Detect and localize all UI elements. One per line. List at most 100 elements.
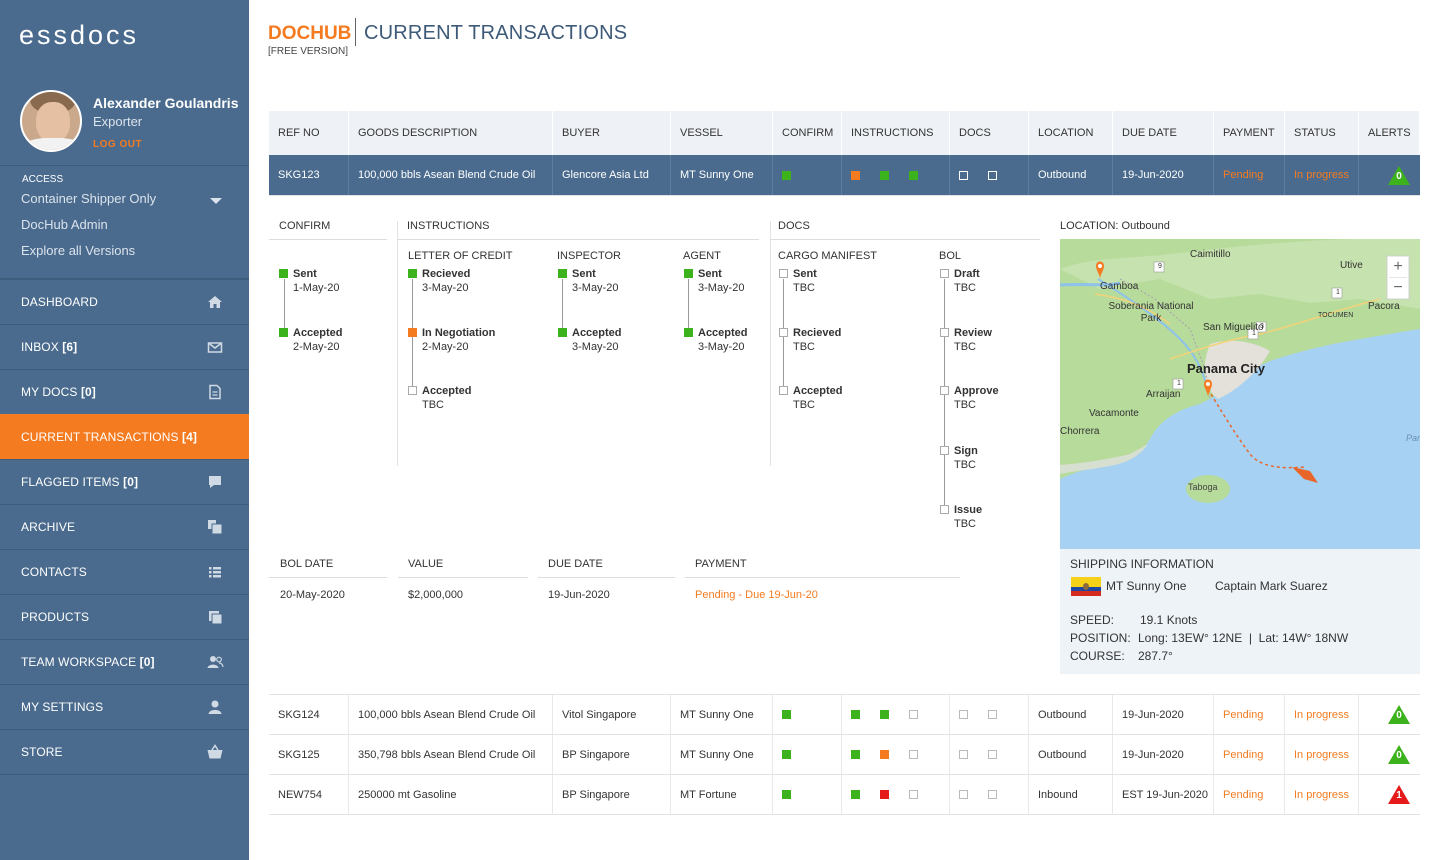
sidebar: essdocs Alexander Goulandris Exporter LO… bbox=[0, 0, 249, 860]
row-goods: 350,798 bbls Asean Blend Crude Oil bbox=[349, 735, 553, 774]
row-ref: SKG125 bbox=[269, 735, 349, 774]
cargo-manifest-heading: CARGO MANIFEST bbox=[778, 250, 878, 262]
detail-docs-heading: DOCS bbox=[778, 220, 810, 232]
access-select[interactable]: Container Shipper Only bbox=[21, 191, 231, 206]
instruction-status-marker bbox=[851, 750, 860, 759]
essdocs-logo[interactable]: essdocs bbox=[19, 20, 139, 51]
row-instructions bbox=[842, 695, 950, 734]
col-goods-description[interactable]: GOODS DESCRIPTION bbox=[349, 111, 553, 155]
doc-status-marker bbox=[988, 170, 997, 180]
table-row-selected[interactable]: SKG123 100,000 bbls Asean Blend Crude Oi… bbox=[269, 155, 1420, 196]
row-status: In progress bbox=[1285, 695, 1359, 734]
row-buyer: BP Singapore bbox=[553, 735, 671, 774]
payment-value: Pending - Due 19-Jun-20 bbox=[695, 589, 818, 601]
map-place-label: Utive bbox=[1340, 260, 1363, 271]
col-confirm[interactable]: CONFIRM bbox=[773, 111, 842, 155]
nav-team-workspace[interactable]: TEAM WORKSPACE [0] bbox=[0, 639, 249, 684]
col-status[interactable]: STATUS bbox=[1285, 111, 1359, 155]
nav-label: TEAM WORKSPACE [0] bbox=[21, 655, 155, 669]
col-payment[interactable]: PAYMENT bbox=[1214, 111, 1285, 155]
map-place-label: Chorrera bbox=[1060, 426, 1100, 437]
shipping-info-panel: SHIPPING INFORMATION MT Sunny One Captai… bbox=[1060, 549, 1420, 674]
access-label: ACCESS bbox=[22, 174, 64, 185]
table-row[interactable]: SKG124 100,000 bbls Asean Blend Crude Oi… bbox=[269, 695, 1420, 735]
team-icon bbox=[207, 656, 224, 668]
row-location: Inbound bbox=[1029, 775, 1113, 814]
row-alert[interactable]: 0 bbox=[1359, 155, 1420, 195]
col-docs[interactable]: DOCS bbox=[950, 111, 1029, 155]
row-goods: 100,000 bbls Asean Blend Crude Oil bbox=[349, 695, 553, 734]
table-row[interactable]: SKG125 350,798 bbls Asean Blend Crude Oi… bbox=[269, 735, 1420, 775]
row-payment: Pending bbox=[1214, 155, 1285, 195]
confirm-status-marker bbox=[782, 790, 791, 799]
nav-label: MY SETTINGS bbox=[21, 700, 104, 714]
nav-contacts[interactable]: CONTACTS bbox=[0, 549, 249, 594]
row-status: In progress bbox=[1285, 155, 1359, 195]
bol-date-label: BOL DATE bbox=[280, 558, 334, 570]
col-ref-no[interactable]: REF NO bbox=[269, 111, 349, 155]
course-value: 287.7° bbox=[1138, 649, 1173, 663]
col-vessel[interactable]: VESSEL bbox=[671, 111, 773, 155]
nav-archive[interactable]: ARCHIVE bbox=[0, 504, 249, 549]
row-vessel: MT Fortune bbox=[671, 775, 773, 814]
nav-my-docs[interactable]: MY DOCS [0] bbox=[0, 369, 249, 414]
course-label: COURSE: bbox=[1070, 649, 1125, 663]
col-location[interactable]: LOCATION bbox=[1029, 111, 1113, 155]
loc-step-negotiation: In Negotiation 2-May-20 bbox=[408, 327, 495, 353]
col-due-date[interactable]: DUE DATE bbox=[1113, 111, 1214, 155]
row-alert[interactable]: 1 bbox=[1359, 775, 1420, 814]
col-buyer[interactable]: BUYER bbox=[553, 111, 671, 155]
row-due-date: 19-Jun-2020 bbox=[1113, 155, 1214, 195]
home-icon bbox=[208, 296, 222, 308]
row-due-date: 19-Jun-2020 bbox=[1113, 695, 1214, 734]
nav-label: STORE bbox=[21, 745, 63, 759]
nav-products[interactable]: PRODUCTS bbox=[0, 594, 249, 639]
logout-link[interactable]: LOG OUT bbox=[93, 139, 142, 150]
row-alert[interactable]: 0 bbox=[1359, 695, 1420, 734]
map-place-label: Arraijan bbox=[1146, 389, 1181, 400]
explore-versions-link[interactable]: Explore all Versions bbox=[21, 243, 135, 258]
nav-current-transactions[interactable]: CURRENT TRANSACTIONS [4] bbox=[0, 414, 249, 459]
instruction-status-marker bbox=[880, 170, 889, 180]
col-instructions[interactable]: INSTRUCTIONS bbox=[842, 111, 950, 155]
avatar[interactable] bbox=[20, 90, 82, 152]
road-number: 1 bbox=[1177, 380, 1181, 387]
map-place-label: Panama City bbox=[1187, 361, 1266, 376]
row-ref: NEW754 bbox=[269, 775, 349, 814]
agent-step-accepted: Accepted 3-May-20 bbox=[684, 327, 748, 353]
nav-my-settings[interactable]: MY SETTINGS bbox=[0, 684, 249, 729]
zoom-out-button[interactable]: − bbox=[1387, 277, 1409, 298]
vessel-name: MT Sunny One bbox=[1106, 579, 1187, 593]
nav-inbox[interactable]: INBOX [6] bbox=[0, 324, 249, 369]
vessel-map[interactable]: 9 3 1 1 1 Gamboa Caimitillo Utive Pacora… bbox=[1060, 239, 1420, 549]
nav-flagged-items[interactable]: FLAGGED ITEMS [0] bbox=[0, 459, 249, 504]
loc-step-accepted: Accepted TBC bbox=[408, 385, 472, 411]
position-value: Long: 13EW° 12NE | Lat: 14W° 18NW bbox=[1138, 631, 1349, 645]
nav-label: FLAGGED ITEMS [0] bbox=[21, 475, 139, 489]
inspector-step-sent: Sent 3-May-20 bbox=[558, 268, 618, 294]
row-alert[interactable]: 0 bbox=[1359, 735, 1420, 774]
dochub-admin-link[interactable]: DocHub Admin bbox=[21, 217, 108, 232]
list-icon bbox=[209, 567, 221, 578]
instruction-status-marker bbox=[909, 750, 918, 759]
basket-icon bbox=[207, 744, 223, 759]
map-place-label: Taboga bbox=[1188, 482, 1218, 492]
col-alerts[interactable]: ALERTS bbox=[1359, 111, 1420, 155]
bol-step-draft: Draft TBC bbox=[940, 268, 980, 294]
table-row[interactable]: NEW754 250000 mt Gasoline BP Singapore M… bbox=[269, 775, 1420, 815]
instruction-status-marker bbox=[880, 710, 889, 719]
user-icon bbox=[208, 700, 222, 714]
row-goods: 100,000 bbls Asean Blend Crude Oil bbox=[349, 155, 553, 195]
bol-date-value: 20-May-2020 bbox=[280, 589, 345, 601]
agent-heading: AGENT bbox=[683, 250, 721, 262]
product-name: DOCHUB bbox=[268, 23, 352, 44]
access-selected-value: Container Shipper Only bbox=[21, 191, 157, 206]
zoom-in-button[interactable]: + bbox=[1387, 256, 1409, 277]
row-location: Outbound bbox=[1029, 735, 1113, 774]
payment-label: PAYMENT bbox=[695, 558, 747, 570]
nav-store[interactable]: STORE bbox=[0, 729, 249, 774]
detail-instructions-heading: INSTRUCTIONS bbox=[407, 220, 490, 232]
row-instructions bbox=[842, 155, 950, 195]
nav-dashboard[interactable]: DASHBOARD bbox=[0, 279, 249, 324]
instruction-status-marker bbox=[909, 710, 918, 719]
